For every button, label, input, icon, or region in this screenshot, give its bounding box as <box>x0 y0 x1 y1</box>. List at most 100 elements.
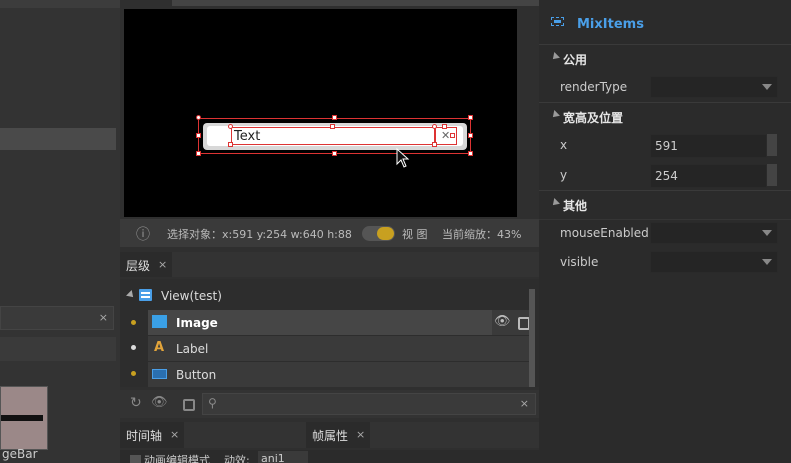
resize-handle[interactable] <box>468 115 473 120</box>
tab-layers-label: 层级 <box>126 259 151 273</box>
close-icon: ✕ <box>441 129 451 142</box>
section-size-pos-label: 宽高及位置 <box>563 111 624 125</box>
bottom-tab-bar: 时间轴 × 帧属性 × <box>120 422 539 448</box>
center-area: Text ✕ ⓘ 选择对象：x:591 y:254 w:640 h:88 视 图… <box>120 0 539 463</box>
left-tab-bar <box>0 337 116 361</box>
tab-timeline-close-icon[interactable]: × <box>170 428 179 441</box>
zoom-readout: 当前缩放：43% <box>442 228 522 241</box>
resize-handle[interactable] <box>468 133 473 138</box>
layer-item-image[interactable]: Image 👁 <box>148 310 530 335</box>
left-selected-row[interactable] <box>0 128 116 150</box>
layers-tab-bar: 层级 × <box>120 252 539 277</box>
tab-timeline-label: 时间轴 <box>126 429 163 443</box>
left-panel: × geBar <box>0 0 120 463</box>
resize-handle[interactable] <box>332 151 337 156</box>
resize-handle[interactable] <box>196 151 201 156</box>
layer-item-button[interactable]: Button <box>148 362 529 387</box>
layer-dot <box>131 345 136 350</box>
anim-select-value: ani1 <box>261 452 285 463</box>
y-input[interactable]: 254 <box>650 164 767 188</box>
layer-item-label-node[interactable]: A Label <box>148 336 529 361</box>
eye-icon[interactable]: 👁 <box>151 395 168 410</box>
tab-frame-props-label: 帧属性 <box>312 429 349 443</box>
inner-resize-handle[interactable] <box>228 142 233 147</box>
y-stepper[interactable] <box>767 164 777 186</box>
prop-label: x <box>560 138 568 152</box>
tab-timeline[interactable]: 时间轴 × <box>120 422 184 448</box>
left-search-clear-icon[interactable]: × <box>99 311 108 324</box>
progressbar-thumbnail[interactable] <box>0 386 48 450</box>
layer-root-label: View(test) <box>161 289 222 303</box>
mixitems-icon <box>551 17 564 26</box>
view-toggle[interactable] <box>362 226 395 241</box>
section-other-header[interactable]: 其他 <box>539 190 791 217</box>
anim-select[interactable]: ani1 <box>258 451 308 463</box>
tab-frame-props-close-icon[interactable]: × <box>356 428 365 441</box>
tab-layers-close-icon[interactable]: × <box>158 258 167 271</box>
lock-icon[interactable] <box>183 399 195 411</box>
selection-info: 选择对象：x:591 y:254 w:640 h:88 <box>167 228 352 241</box>
x-input[interactable]: 591 <box>650 134 767 158</box>
inner-resize-handle[interactable] <box>450 133 455 138</box>
prop-row-render-type: renderType <box>539 74 791 100</box>
visible-select[interactable] <box>650 251 778 273</box>
chevron-down-icon <box>762 259 772 265</box>
refresh-icon[interactable]: ↻ <box>130 395 142 411</box>
status-bar: ⓘ 选择对象：x:591 y:254 w:640 h:88 视 图 当前缩放：4… <box>120 219 539 247</box>
expand-arrow-icon[interactable] <box>126 290 136 300</box>
y-value: 254 <box>655 169 678 183</box>
layer-tree: View(test) Image 👁 A Label Button <box>120 279 539 387</box>
thumbnail-bar <box>1 415 43 421</box>
prop-row-x: x 591 <box>539 132 791 158</box>
layer-item-label: Label <box>176 342 209 356</box>
properties-panel: MixItems 公用 renderType 宽高及位置 x 591 y 254… <box>539 0 791 463</box>
resize-handle[interactable] <box>196 133 201 138</box>
view-toggle-knob <box>377 227 394 240</box>
tab-frame-props[interactable]: 帧属性 × <box>306 422 370 448</box>
eye-icon[interactable]: 👁 <box>494 314 511 329</box>
section-size-pos-header[interactable]: 宽高及位置 <box>539 102 791 129</box>
resize-handle[interactable] <box>196 115 201 120</box>
inner-resize-handle[interactable] <box>330 124 335 129</box>
prop-row-visible: visible <box>539 249 791 275</box>
tab-layers[interactable]: 层级 × <box>120 252 172 277</box>
layer-item-label: Image <box>176 316 218 330</box>
center-top-strip <box>172 0 539 6</box>
layer-filter-clear-icon[interactable]: × <box>520 397 529 410</box>
layer-dot <box>131 320 136 325</box>
image-icon <box>152 315 167 328</box>
section-common-header[interactable]: 公用 <box>539 44 791 71</box>
resize-handle[interactable] <box>332 115 337 120</box>
mixitems-label-box[interactable]: Text <box>231 127 435 145</box>
section-arrow-icon <box>550 110 560 120</box>
section-arrow-icon <box>550 198 560 208</box>
anim-label: 动效: <box>224 454 250 463</box>
view-label: 视 图 <box>402 228 428 241</box>
layer-filter-input[interactable]: ⚲ × <box>202 393 536 415</box>
resize-handle[interactable] <box>468 151 473 156</box>
prop-label: renderType <box>560 80 628 94</box>
chevron-down-icon <box>762 230 772 236</box>
anim-mode-checkbox[interactable] <box>130 455 141 463</box>
prop-label: y <box>560 168 568 182</box>
render-type-select[interactable] <box>650 76 778 98</box>
layer-dot <box>131 371 136 376</box>
left-search-input[interactable]: × <box>0 306 114 330</box>
prop-row-y: y 254 <box>539 162 791 188</box>
inner-resize-handle[interactable] <box>442 124 447 129</box>
mouse-enabled-select[interactable] <box>650 222 778 244</box>
x-stepper[interactable] <box>767 134 777 156</box>
stage-canvas[interactable]: Text ✕ <box>124 9 517 217</box>
section-arrow-icon <box>550 52 560 62</box>
inner-resize-handle[interactable] <box>228 124 233 129</box>
layer-scrollbar[interactable] <box>529 289 535 387</box>
layer-toolbar: ↻ 👁 ⚲ × <box>120 390 539 418</box>
search-icon: ⚲ <box>208 396 217 410</box>
component-title: MixItems <box>577 17 644 32</box>
anim-mode-label: 动画编辑模式 <box>144 454 210 463</box>
info-icon: ⓘ <box>136 227 150 243</box>
x-value: 591 <box>655 139 678 153</box>
inner-resize-handle[interactable] <box>432 142 437 147</box>
inner-resize-handle[interactable] <box>432 124 437 129</box>
mixitems-label-text: Text <box>234 129 261 144</box>
